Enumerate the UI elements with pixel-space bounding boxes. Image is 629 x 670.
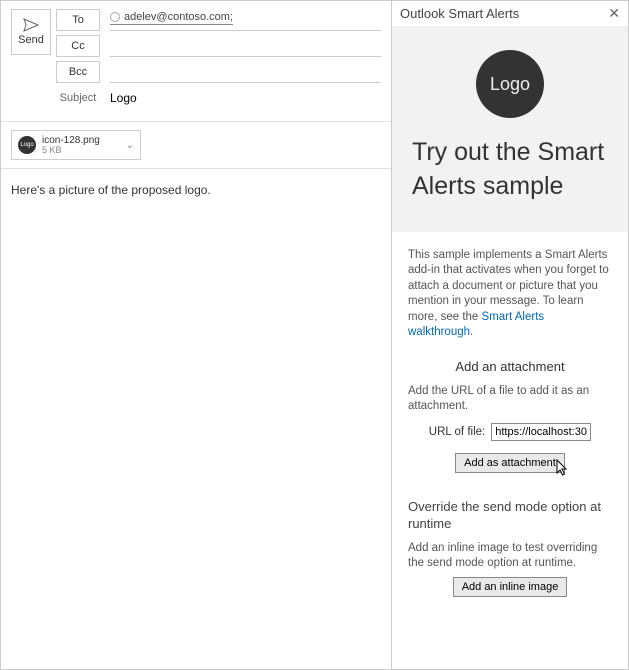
chevron-down-icon[interactable]: ⌄	[126, 140, 134, 151]
compose-header: Send To adelev@contoso.com; Cc	[1, 1, 391, 122]
subject-label: Subject	[56, 92, 100, 104]
add-as-attachment-button[interactable]: Add as attachment	[455, 453, 565, 473]
message-body[interactable]: Here's a picture of the proposed logo.	[1, 169, 391, 669]
hero-section: Logo Try out the Smart Alerts sample	[392, 26, 628, 232]
task-pane: Outlook Smart Alerts ✕ Logo Try out the …	[392, 1, 628, 669]
attachment-chip[interactable]: Logo icon-128.png 5 KB ⌄	[11, 130, 141, 160]
task-pane-header: Outlook Smart Alerts ✕	[392, 1, 628, 26]
add-attachment-title: Add an attachment	[392, 341, 628, 384]
url-input[interactable]	[491, 423, 591, 441]
bcc-button[interactable]: Bcc	[56, 61, 100, 83]
send-label: Send	[18, 34, 44, 46]
attachment-name: icon-128.png	[42, 135, 126, 146]
cursor-icon	[556, 459, 570, 477]
logo-icon: Logo	[476, 50, 544, 118]
task-pane-title: Outlook Smart Alerts	[400, 6, 608, 21]
cc-button[interactable]: Cc	[56, 35, 100, 57]
url-label: URL of file:	[429, 426, 485, 438]
send-icon	[23, 18, 39, 32]
attachment-size: 5 KB	[42, 146, 126, 156]
cc-field[interactable]	[110, 35, 381, 57]
task-pane-body: Logo Try out the Smart Alerts sample Thi…	[392, 26, 628, 669]
recipient-email: adelev@contoso.com;	[124, 11, 233, 23]
recipient-pill[interactable]: adelev@contoso.com;	[110, 11, 233, 25]
add-attachment-sub: Add the URL of a file to add it as an at…	[392, 384, 628, 414]
override-sub: Add an inline image to test overriding t…	[392, 541, 628, 571]
override-title: Override the send mode option at runtime	[392, 479, 628, 541]
hero-title: Try out the Smart Alerts sample	[412, 136, 608, 204]
attachment-bar: Logo icon-128.png 5 KB ⌄	[1, 122, 391, 169]
subject-input[interactable]	[110, 87, 381, 109]
to-field[interactable]: adelev@contoso.com;	[110, 9, 381, 31]
presence-icon	[110, 12, 120, 22]
attachment-thumb-icon: Logo	[18, 136, 36, 154]
add-inline-image-button[interactable]: Add an inline image	[453, 577, 568, 597]
bcc-field[interactable]	[110, 61, 381, 83]
description-text: This sample implements a Smart Alerts ad…	[392, 232, 628, 341]
send-button[interactable]: Send	[11, 9, 51, 55]
close-icon[interactable]: ✕	[608, 5, 620, 22]
to-button[interactable]: To	[56, 9, 100, 31]
compose-area: Send To adelev@contoso.com; Cc	[1, 1, 392, 669]
